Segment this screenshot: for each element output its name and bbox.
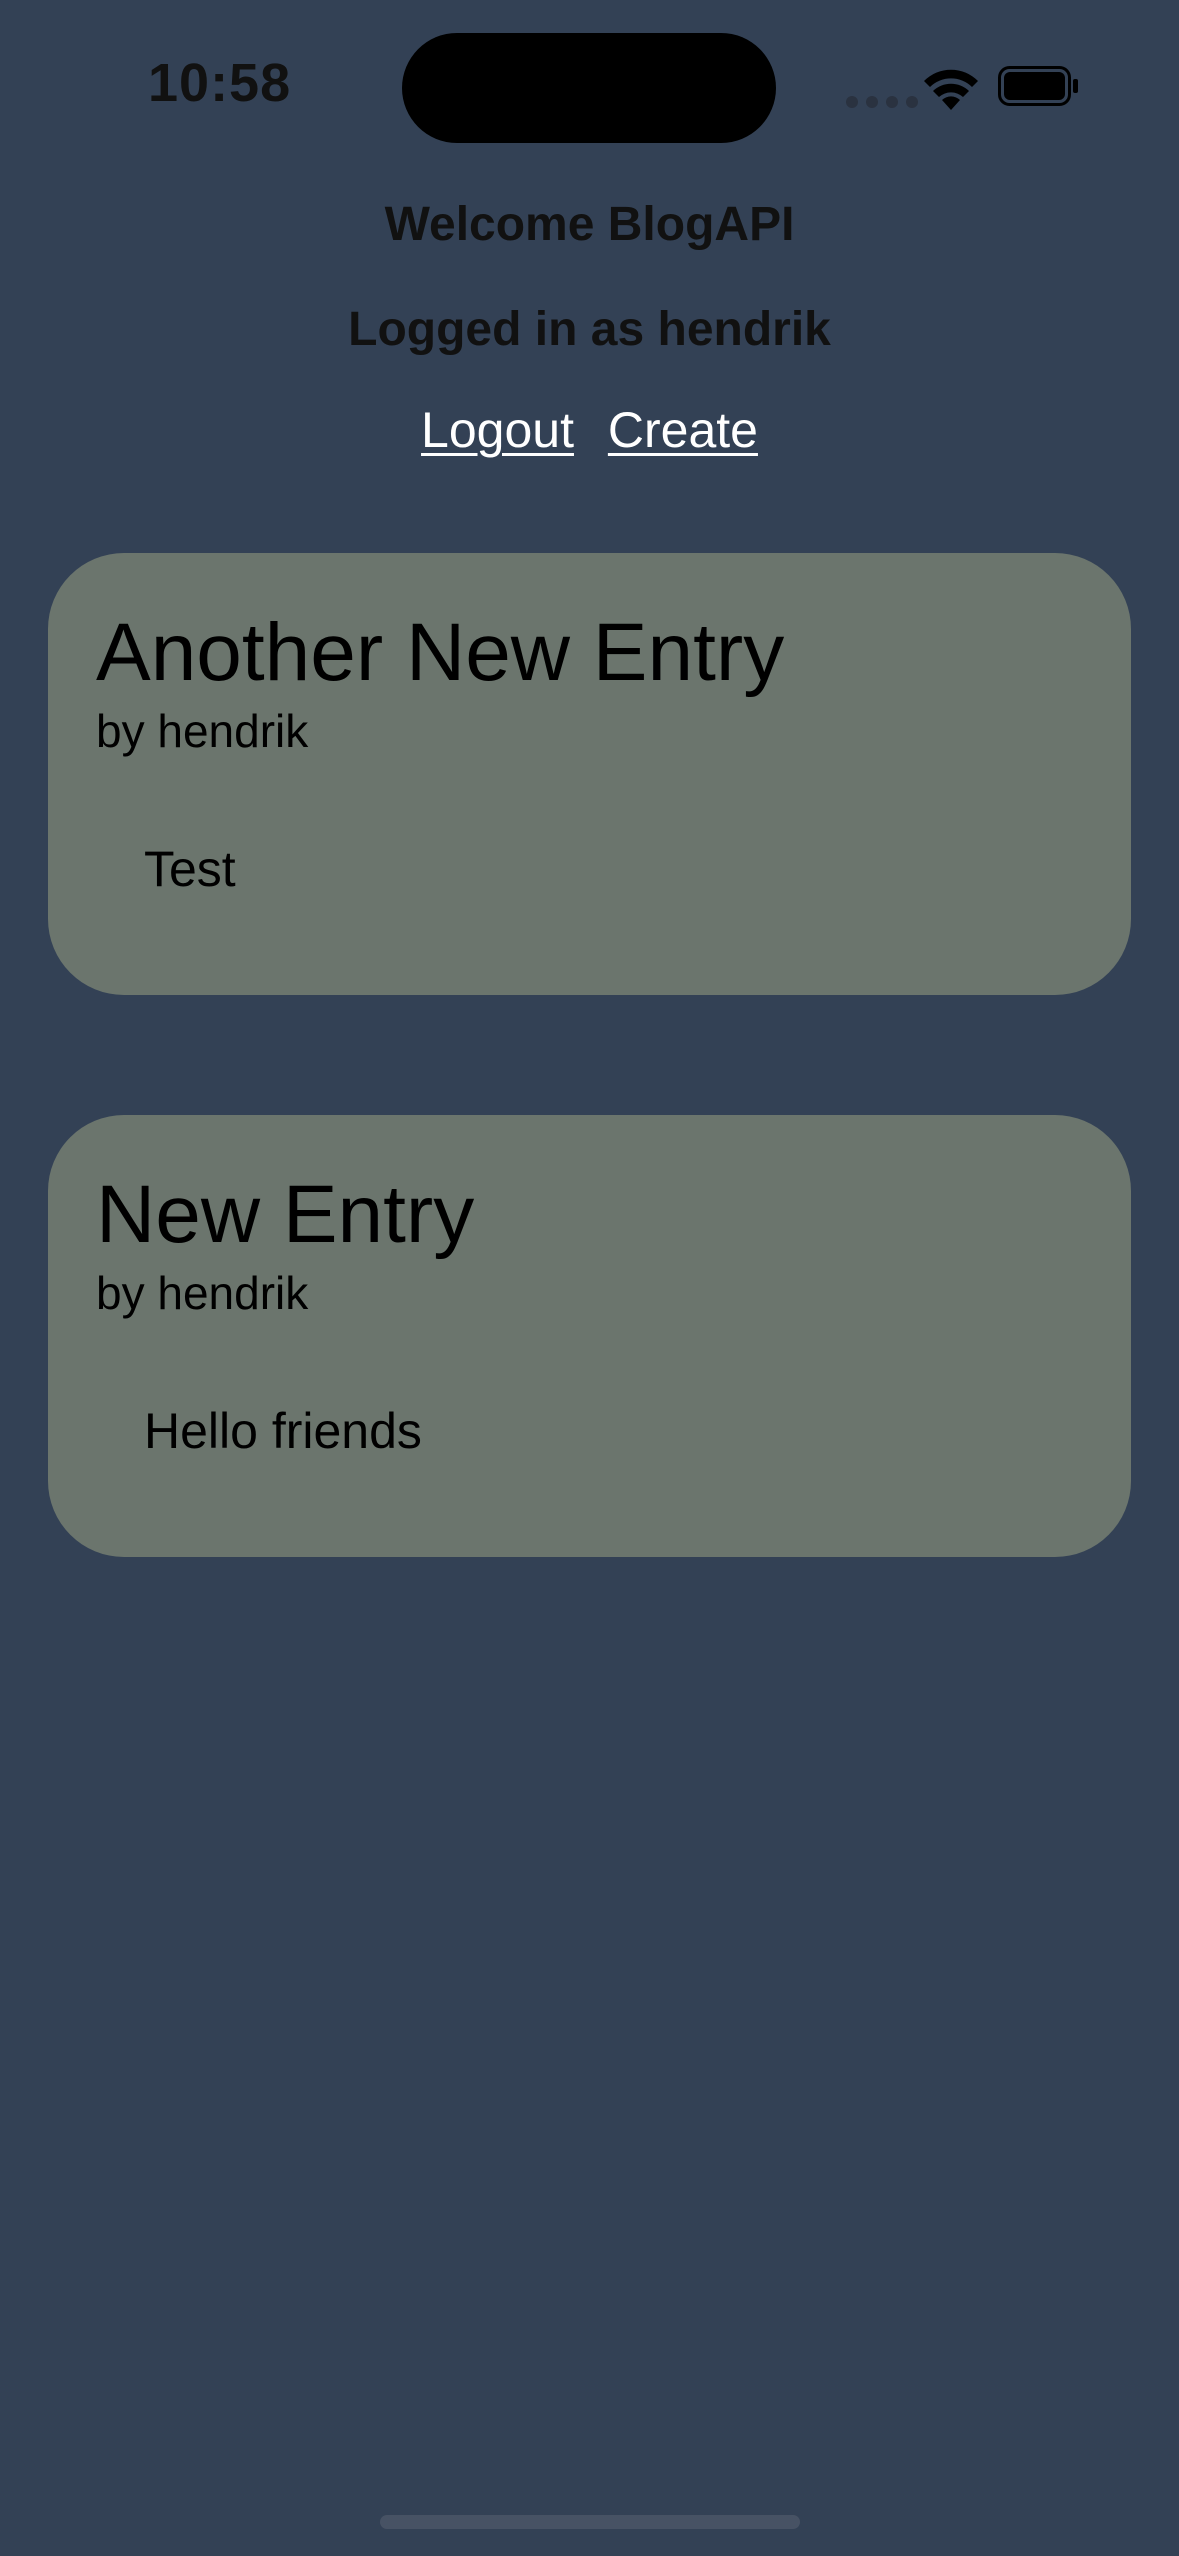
post-title: Another New Entry	[96, 607, 785, 698]
logged-in-text: Logged in as hendrik	[348, 303, 831, 356]
home-indicator[interactable]	[380, 2515, 800, 2529]
post-card[interactable]: New Entry by hendrik Hello friends	[48, 1115, 1131, 1557]
post-author: by hendrik	[96, 705, 309, 757]
post-body: Test	[144, 841, 236, 897]
post-author: by hendrik	[96, 1267, 309, 1319]
post-list: Another New Entry by hendrik Test New En…	[48, 553, 1131, 1677]
welcome-title: Welcome BlogAPI	[384, 198, 795, 251]
logout-link[interactable]: Logout	[421, 402, 574, 458]
header: Welcome BlogAPI Logged in as hendrik Log…	[0, 185, 1179, 460]
post-title: New Entry	[96, 1169, 475, 1260]
post-body: Hello friends	[144, 1403, 422, 1459]
cellular-signal-icon	[846, 96, 918, 108]
post-card[interactable]: Another New Entry by hendrik Test	[48, 553, 1131, 995]
create-link[interactable]: Create	[608, 402, 758, 458]
status-bar: 10:58	[0, 0, 1179, 170]
dynamic-island	[402, 33, 776, 143]
wifi-icon	[924, 69, 978, 110]
header-links: Logout Create	[0, 400, 1179, 460]
status-time: 10:58	[148, 53, 292, 113]
battery-icon	[998, 66, 1078, 106]
